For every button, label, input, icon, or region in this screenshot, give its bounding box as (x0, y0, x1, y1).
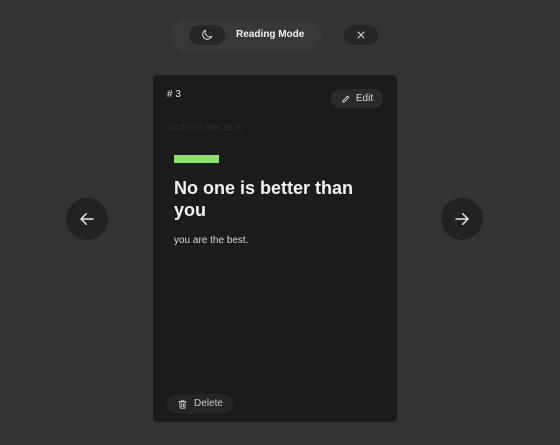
edit-button[interactable]: Edit (331, 89, 383, 108)
arrow-left-icon (78, 210, 96, 228)
card-body: you are the best. (174, 235, 249, 246)
card-title: No one is better than you (174, 178, 354, 220)
delete-label: Delete (194, 398, 223, 409)
delete-button[interactable]: Delete (167, 394, 233, 414)
pencil-icon (341, 94, 351, 104)
note-card: # 3 Edit 2023-2-13 Mon 18:30 No one is b… (153, 75, 397, 422)
close-button[interactable] (344, 25, 378, 45)
reading-mode-toggle: Reading Mode (171, 18, 321, 52)
card-date: 2023-2-13 Mon 18:30 (167, 123, 244, 132)
moon-icon (200, 28, 214, 42)
reading-mode-label: Reading Mode (236, 29, 305, 40)
next-card-button[interactable] (441, 198, 483, 240)
previous-card-button[interactable] (66, 198, 108, 240)
reading-mode-page: Reading Mode # 3 Edit 2023-2-13 Mon 18:3… (0, 0, 560, 445)
close-icon (355, 29, 367, 41)
reading-mode-button[interactable] (189, 25, 225, 45)
trash-icon (177, 399, 188, 410)
arrow-right-icon (453, 210, 471, 228)
edit-label: Edit (355, 92, 374, 104)
card-number: # 3 (167, 89, 181, 100)
accent-bar (174, 155, 219, 163)
